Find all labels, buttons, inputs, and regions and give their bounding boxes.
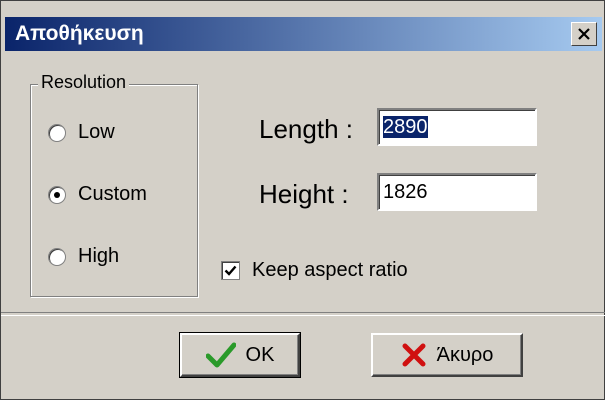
length-value: 2890 <box>383 116 428 138</box>
length-label: Length : <box>259 114 353 144</box>
title-bar[interactable]: Αποθήκευση <box>5 17 602 51</box>
ok-button[interactable]: OK <box>179 332 301 378</box>
radio-low-label: Low <box>78 121 115 143</box>
height-label: Height : <box>259 179 349 209</box>
keep-aspect-row[interactable]: Keep aspect ratio <box>221 259 408 282</box>
cancel-label: Άκυρο <box>436 343 494 366</box>
save-dialog: Αποθήκευση Resolution Low Custom High Le… <box>0 0 605 400</box>
radio-low-indicator[interactable] <box>48 123 66 142</box>
red-x-icon <box>402 343 426 367</box>
radio-high-label: High <box>78 245 120 267</box>
resolution-group: Resolution Low Custom High <box>30 72 198 297</box>
cancel-button[interactable]: Άκυρο <box>371 333 523 377</box>
radio-custom-indicator[interactable] <box>48 185 66 204</box>
radio-selected-dot <box>54 191 60 198</box>
checkmark-icon <box>224 265 237 276</box>
close-icon <box>578 28 590 40</box>
window-title: Αποθήκευση <box>15 22 144 45</box>
radio-custom-label: Custom <box>78 183 147 205</box>
green-checkmark-icon <box>205 342 236 368</box>
height-value: 1826 <box>383 181 428 203</box>
close-button[interactable] <box>571 22 597 46</box>
length-input[interactable]: 2890 <box>377 108 537 146</box>
radio-low[interactable]: Low <box>48 121 115 144</box>
radio-high-indicator[interactable] <box>48 247 66 266</box>
keep-aspect-checkbox[interactable] <box>221 261 240 280</box>
ok-label: OK <box>245 343 275 366</box>
resolution-legend: Resolution <box>38 72 130 93</box>
button-separator <box>1 312 605 316</box>
height-input[interactable]: 1826 <box>377 173 537 211</box>
keep-aspect-label: Keep aspect ratio <box>252 259 408 281</box>
radio-custom[interactable]: Custom <box>48 183 147 206</box>
radio-high[interactable]: High <box>48 245 119 268</box>
